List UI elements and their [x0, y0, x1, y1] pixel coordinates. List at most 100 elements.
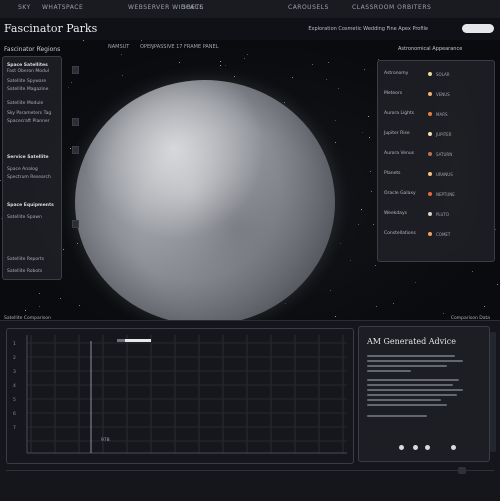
region-list-item[interactable]: Space Analog [7, 167, 38, 172]
comparison-chart: 1 2 3 4 5 6 7 978 [6, 328, 354, 464]
star [39, 293, 40, 294]
star [495, 229, 496, 230]
viewport-label: PASSIVE 17 FRAME PANEL [154, 44, 219, 50]
appearance-item[interactable]: Jupiter Rise [384, 131, 410, 136]
appearance-subitem: SATURN [436, 152, 453, 157]
star [364, 69, 365, 70]
stop-icon[interactable] [425, 445, 430, 450]
ai-text-line [367, 399, 441, 401]
chart-tab[interactable]: Satellite Comparison [4, 316, 51, 321]
y-tick-label: 1 [13, 341, 16, 347]
region-list-item[interactable]: Satellite Reports [7, 257, 44, 262]
appearance-item[interactable]: Aurora Lights [384, 111, 414, 116]
star [0, 180, 1, 181]
region-list-item[interactable]: Space Satellites [7, 63, 48, 68]
appearance-item[interactable]: Constellations [384, 231, 416, 236]
panel-handle[interactable] [72, 118, 79, 126]
nav-item-classroom[interactable]: CLASSROOM ORBITERS [352, 4, 431, 11]
star [60, 298, 61, 299]
y-tick-label: 4 [13, 383, 16, 389]
region-list-item[interactable]: Service Satellite [7, 155, 49, 160]
panel-handle[interactable] [72, 146, 79, 154]
range-indicator [125, 339, 151, 342]
star [77, 243, 78, 244]
appearance-item[interactable]: Weekdays [384, 211, 407, 216]
nav-item-space[interactable]: SPACE [182, 4, 204, 11]
scrollbar[interactable] [490, 332, 496, 452]
play-icon[interactable] [399, 445, 404, 450]
ai-advice-panel: AM Generated Advice [358, 326, 490, 462]
star [335, 316, 336, 317]
appearance-subitem: MARS [436, 112, 448, 117]
star [370, 171, 371, 172]
star [247, 54, 248, 55]
region-list-item[interactable]: Satellite Module [7, 101, 43, 106]
star [220, 61, 221, 62]
star [141, 40, 142, 41]
y-tick-label: 5 [13, 397, 16, 403]
appearance-subitem: VENUS [436, 92, 450, 97]
star [376, 306, 377, 307]
ai-text-line [367, 389, 463, 391]
star [70, 148, 71, 149]
appearance-item[interactable]: Oracle Galaxy [384, 191, 416, 196]
region-list-item[interactable]: Sky Parameters Tag [7, 111, 51, 116]
nav-item-sky[interactable]: SKY [18, 4, 31, 11]
star [312, 64, 313, 65]
pause-icon[interactable] [413, 445, 418, 450]
marker-label: 978 [101, 437, 110, 443]
region-list-item[interactable]: Satellite Spawn [7, 215, 42, 220]
appearance-item[interactable]: Meteors [384, 91, 402, 96]
page-title: Fascinator Parks [4, 22, 98, 35]
ai-tab[interactable]: Comparison Data [451, 316, 490, 321]
star [39, 306, 40, 307]
settings-icon[interactable] [451, 445, 456, 450]
star [326, 79, 327, 80]
star [330, 290, 331, 291]
star [415, 282, 416, 283]
panel-handle[interactable] [72, 66, 79, 74]
star [369, 137, 370, 138]
star [179, 62, 180, 63]
appearance-item[interactable]: Planets [384, 171, 400, 176]
region-list-item[interactable]: Spacecraft Planner [7, 119, 50, 124]
ai-text-line [367, 370, 411, 372]
region-list-item[interactable]: Fast Oberon Modul [7, 69, 49, 74]
region-list-item[interactable]: Space Equipments [7, 203, 54, 208]
nav-item-whatspace[interactable]: WHATSPACE [42, 4, 83, 11]
region-list-item[interactable]: Satellite Robots [7, 269, 42, 274]
ai-panel-title: AM Generated Advice [367, 337, 456, 346]
planet-globe[interactable] [75, 80, 335, 325]
search-input[interactable] [462, 24, 494, 33]
appearance-item[interactable]: Aurora Venus [384, 151, 414, 156]
star [285, 303, 286, 304]
region-list-item[interactable]: Satellite Magazine [7, 87, 48, 92]
star [375, 265, 376, 266]
star [244, 58, 245, 59]
appearance-subitem: COMET [436, 232, 451, 237]
star [373, 224, 374, 225]
region-list-item[interactable]: Satellite Spyware [7, 79, 46, 84]
planet-dot-icon [428, 152, 432, 156]
y-tick-label: 2 [13, 355, 16, 361]
ai-text-line [367, 379, 459, 381]
region-list-item[interactable]: Spectrum Research [7, 175, 51, 180]
star [328, 62, 329, 63]
resize-handle[interactable] [458, 467, 466, 474]
nav-item-carousels[interactable]: CAROUSELS [288, 4, 329, 11]
star [361, 209, 362, 210]
star [393, 303, 394, 304]
star [358, 224, 359, 225]
panel-handle[interactable] [72, 220, 79, 228]
star [362, 132, 363, 133]
top-navigation-bar: SKY WHATSPACE WEBSERVER WIDGETS SPACE CA… [0, 0, 500, 19]
star [484, 306, 485, 307]
planet-dot-icon [428, 192, 432, 196]
right-panel-heading: Astronomical Appearance [398, 46, 463, 52]
y-tick-label: 3 [13, 369, 16, 375]
appearance-item[interactable]: Astronomy [384, 71, 408, 76]
star [338, 88, 339, 89]
star [220, 65, 221, 66]
star [350, 260, 351, 261]
divider [6, 470, 494, 471]
